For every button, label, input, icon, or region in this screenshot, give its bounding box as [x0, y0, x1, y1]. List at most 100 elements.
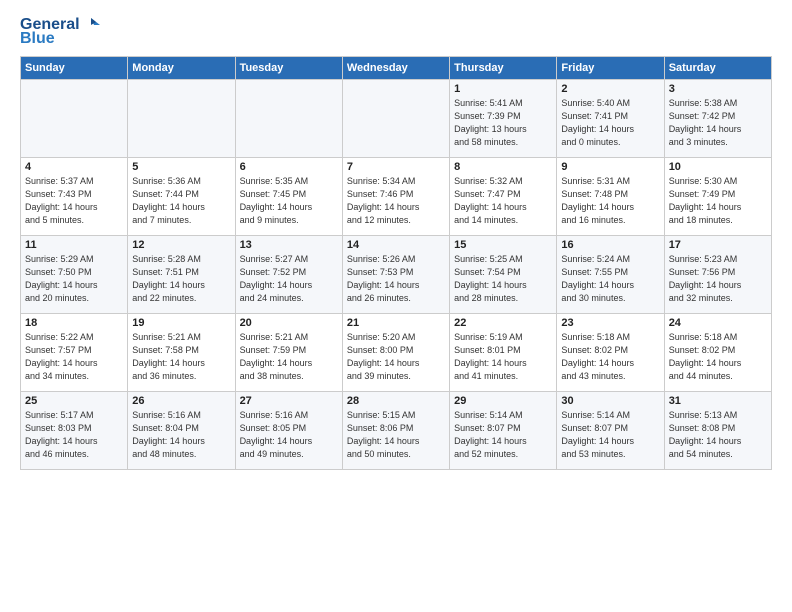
day-cell: 26 Sunrise: 5:16 AM Sunset: 8:04 PM Dayli… [128, 392, 235, 470]
day-cell: 29 Sunrise: 5:14 AM Sunset: 8:07 PM Dayli… [450, 392, 557, 470]
day-number: 28 [347, 395, 445, 407]
header: General Blue [20, 16, 772, 48]
day-info: Sunrise: 5:32 AM Sunset: 7:47 PM Dayligh… [454, 175, 552, 227]
day-number: 1 [454, 83, 552, 95]
day-info: Sunrise: 5:16 AM Sunset: 8:04 PM Dayligh… [132, 409, 230, 461]
day-info: Sunrise: 5:14 AM Sunset: 8:07 PM Dayligh… [561, 409, 659, 461]
day-info: Sunrise: 5:29 AM Sunset: 7:50 PM Dayligh… [25, 253, 123, 305]
day-info: Sunrise: 5:16 AM Sunset: 8:05 PM Dayligh… [240, 409, 338, 461]
col-header-tuesday: Tuesday [235, 57, 342, 80]
day-cell: 16 Sunrise: 5:24 AM Sunset: 7:55 PM Dayli… [557, 236, 664, 314]
logo-bird-icon [82, 16, 100, 34]
day-info: Sunrise: 5:25 AM Sunset: 7:54 PM Dayligh… [454, 253, 552, 305]
day-cell: 22 Sunrise: 5:19 AM Sunset: 8:01 PM Dayli… [450, 314, 557, 392]
day-cell: 4Sunrise: 5:37 AM Sunset: 7:43 PM Daylig… [21, 158, 128, 236]
day-cell: 30 Sunrise: 5:14 AM Sunset: 8:07 PM Dayli… [557, 392, 664, 470]
day-info: Sunrise: 5:18 AM Sunset: 8:02 PM Dayligh… [561, 331, 659, 383]
day-cell: 8 Sunrise: 5:32 AM Sunset: 7:47 PM Daylig… [450, 158, 557, 236]
day-info: Sunrise: 5:24 AM Sunset: 7:55 PM Dayligh… [561, 253, 659, 305]
day-info: Sunrise: 5:17 AM Sunset: 8:03 PM Dayligh… [25, 409, 123, 461]
day-number: 13 [240, 239, 338, 251]
day-info: Sunrise: 5:19 AM Sunset: 8:01 PM Dayligh… [454, 331, 552, 383]
day-cell: 24 Sunrise: 5:18 AM Sunset: 8:02 PM Dayli… [664, 314, 771, 392]
day-number: 19 [132, 317, 230, 329]
day-cell: 20Sunrise: 5:21 AM Sunset: 7:59 PM Dayli… [235, 314, 342, 392]
day-number: 4 [25, 161, 123, 173]
day-number: 16 [561, 239, 659, 251]
logo: General Blue [20, 16, 100, 48]
logo-blue: Blue [20, 30, 55, 48]
day-cell: 21 Sunrise: 5:20 AM Sunset: 8:00 PM Dayli… [342, 314, 449, 392]
day-number: 20 [240, 317, 338, 329]
day-cell: 18 Sunrise: 5:22 AM Sunset: 7:57 PM Dayli… [21, 314, 128, 392]
day-cell [21, 80, 128, 158]
day-info: Sunrise: 5:13 AM Sunset: 8:08 PM Dayligh… [669, 409, 767, 461]
day-number: 26 [132, 395, 230, 407]
day-info: Sunrise: 5:38 AM Sunset: 7:42 PM Dayligh… [669, 97, 767, 149]
day-info: Sunrise: 5:31 AM Sunset: 7:48 PM Dayligh… [561, 175, 659, 227]
day-info: Sunrise: 5:14 AM Sunset: 8:07 PM Dayligh… [454, 409, 552, 461]
day-number: 17 [669, 239, 767, 251]
day-info: Sunrise: 5:15 AM Sunset: 8:06 PM Dayligh… [347, 409, 445, 461]
day-info: Sunrise: 5:34 AM Sunset: 7:46 PM Dayligh… [347, 175, 445, 227]
day-cell: 6 Sunrise: 5:35 AM Sunset: 7:45 PM Daylig… [235, 158, 342, 236]
day-info: Sunrise: 5:30 AM Sunset: 7:49 PM Dayligh… [669, 175, 767, 227]
day-info: Sunrise: 5:26 AM Sunset: 7:53 PM Dayligh… [347, 253, 445, 305]
day-cell: 7 Sunrise: 5:34 AM Sunset: 7:46 PM Daylig… [342, 158, 449, 236]
day-number: 22 [454, 317, 552, 329]
day-info: Sunrise: 5:21 AM Sunset: 7:58 PM Dayligh… [132, 331, 230, 383]
day-info: Sunrise: 5:28 AM Sunset: 7:51 PM Dayligh… [132, 253, 230, 305]
day-cell: 1 Sunrise: 5:41 AM Sunset: 7:39 PM Daylig… [450, 80, 557, 158]
day-info: Sunrise: 5:20 AM Sunset: 8:00 PM Dayligh… [347, 331, 445, 383]
day-cell: 11Sunrise: 5:29 AM Sunset: 7:50 PM Dayli… [21, 236, 128, 314]
day-number: 18 [25, 317, 123, 329]
day-cell: 23 Sunrise: 5:18 AM Sunset: 8:02 PM Dayli… [557, 314, 664, 392]
day-number: 23 [561, 317, 659, 329]
day-number: 30 [561, 395, 659, 407]
col-header-monday: Monday [128, 57, 235, 80]
day-number: 24 [669, 317, 767, 329]
day-number: 2 [561, 83, 659, 95]
day-number: 15 [454, 239, 552, 251]
header-row: SundayMondayTuesdayWednesdayThursdayFrid… [21, 57, 772, 80]
day-cell [342, 80, 449, 158]
col-header-sunday: Sunday [21, 57, 128, 80]
day-info: Sunrise: 5:27 AM Sunset: 7:52 PM Dayligh… [240, 253, 338, 305]
day-cell: 15 Sunrise: 5:25 AM Sunset: 7:54 PM Dayli… [450, 236, 557, 314]
day-info: Sunrise: 5:41 AM Sunset: 7:39 PM Dayligh… [454, 97, 552, 149]
day-info: Sunrise: 5:36 AM Sunset: 7:44 PM Dayligh… [132, 175, 230, 227]
week-row-4: 18 Sunrise: 5:22 AM Sunset: 7:57 PM Dayli… [21, 314, 772, 392]
day-number: 14 [347, 239, 445, 251]
day-cell [235, 80, 342, 158]
col-header-thursday: Thursday [450, 57, 557, 80]
day-cell: 10 Sunrise: 5:30 AM Sunset: 7:49 PM Dayli… [664, 158, 771, 236]
day-cell: 19 Sunrise: 5:21 AM Sunset: 7:58 PM Dayli… [128, 314, 235, 392]
day-number: 3 [669, 83, 767, 95]
day-number: 6 [240, 161, 338, 173]
day-cell: 28 Sunrise: 5:15 AM Sunset: 8:06 PM Dayli… [342, 392, 449, 470]
day-cell: 5Sunrise: 5:36 AM Sunset: 7:44 PM Daylig… [128, 158, 235, 236]
day-number: 8 [454, 161, 552, 173]
day-number: 29 [454, 395, 552, 407]
day-info: Sunrise: 5:18 AM Sunset: 8:02 PM Dayligh… [669, 331, 767, 383]
day-cell: 2Sunrise: 5:40 AM Sunset: 7:41 PM Daylig… [557, 80, 664, 158]
day-cell: 3 Sunrise: 5:38 AM Sunset: 7:42 PM Daylig… [664, 80, 771, 158]
day-number: 7 [347, 161, 445, 173]
page: General Blue SundayMondayTuesdayWednesda… [0, 0, 792, 612]
day-cell: 12Sunrise: 5:28 AM Sunset: 7:51 PM Dayli… [128, 236, 235, 314]
day-info: Sunrise: 5:35 AM Sunset: 7:45 PM Dayligh… [240, 175, 338, 227]
col-header-wednesday: Wednesday [342, 57, 449, 80]
week-row-3: 11Sunrise: 5:29 AM Sunset: 7:50 PM Dayli… [21, 236, 772, 314]
day-number: 21 [347, 317, 445, 329]
day-cell: 17 Sunrise: 5:23 AM Sunset: 7:56 PM Dayli… [664, 236, 771, 314]
day-number: 27 [240, 395, 338, 407]
day-number: 10 [669, 161, 767, 173]
week-row-1: 1 Sunrise: 5:41 AM Sunset: 7:39 PM Daylig… [21, 80, 772, 158]
day-cell [128, 80, 235, 158]
day-cell: 14 Sunrise: 5:26 AM Sunset: 7:53 PM Dayli… [342, 236, 449, 314]
day-info: Sunrise: 5:22 AM Sunset: 7:57 PM Dayligh… [25, 331, 123, 383]
day-cell: 31Sunrise: 5:13 AM Sunset: 8:08 PM Dayli… [664, 392, 771, 470]
day-info: Sunrise: 5:23 AM Sunset: 7:56 PM Dayligh… [669, 253, 767, 305]
col-header-saturday: Saturday [664, 57, 771, 80]
day-cell: 25Sunrise: 5:17 AM Sunset: 8:03 PM Dayli… [21, 392, 128, 470]
